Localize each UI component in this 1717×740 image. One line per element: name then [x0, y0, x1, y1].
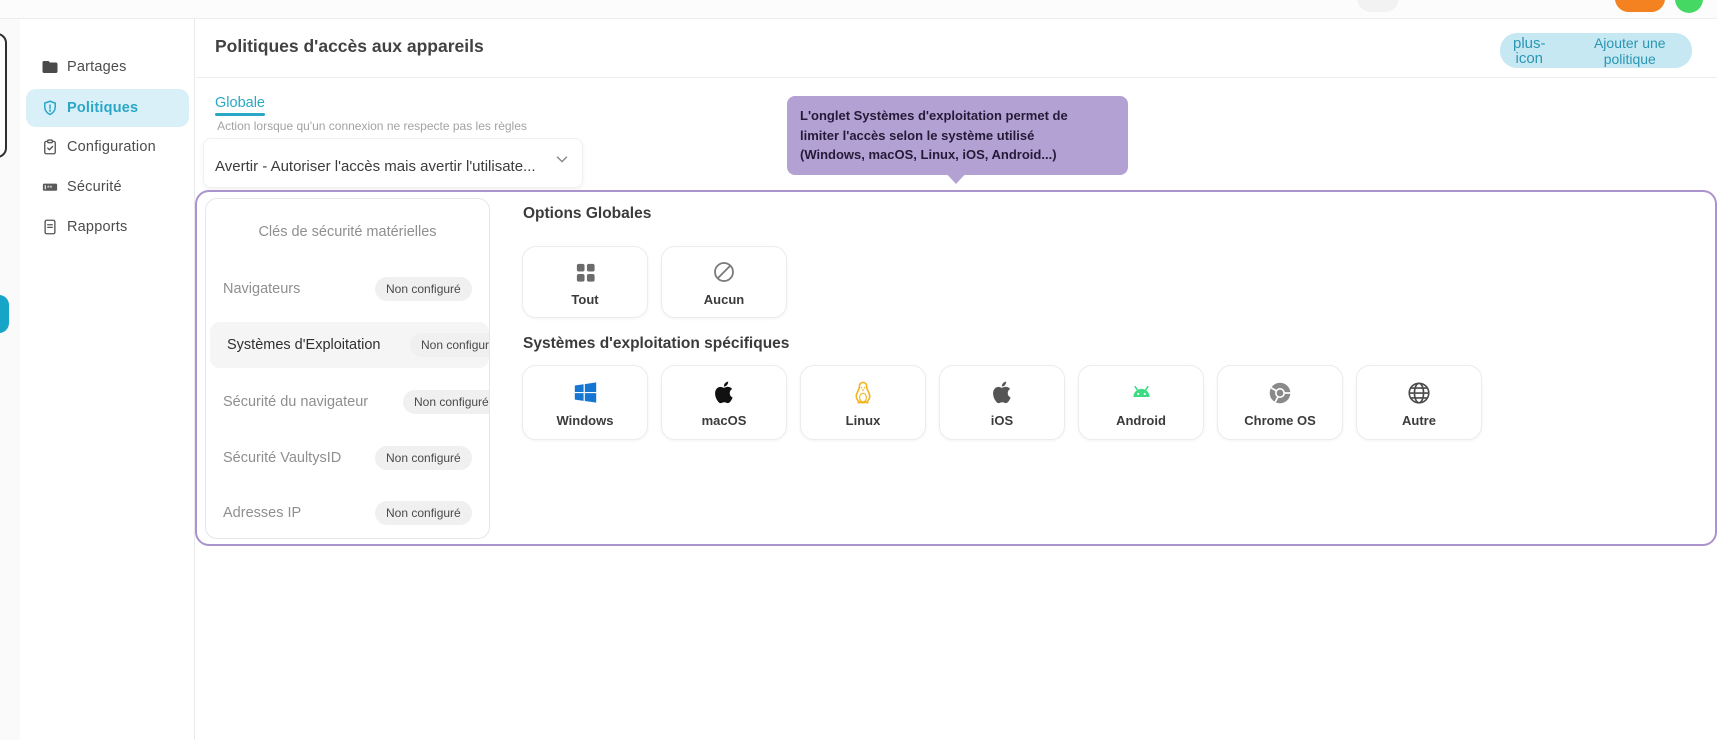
category-label: Clés de sécurité matérielles — [258, 224, 437, 240]
os-label: iOS — [990, 412, 1014, 428]
os-label: Linux — [845, 412, 881, 428]
topbar-gray-pill[interactable] — [1357, 0, 1399, 12]
status-badge: Non configuré — [410, 333, 489, 357]
grid-all-icon — [574, 257, 597, 287]
category-label: Navigateurs — [223, 281, 301, 297]
sidebar-item-partages[interactable]: Partages — [26, 48, 189, 86]
svg-text:**: ** — [47, 185, 53, 192]
os-card-android[interactable]: Android — [1078, 365, 1204, 440]
default-action-label: Action lorsque qu'un connexion ne respec… — [217, 119, 527, 133]
globe-icon — [1406, 378, 1432, 408]
linux-tux-icon — [850, 378, 876, 408]
report-icon — [41, 212, 59, 242]
category-securite-vaultysid[interactable]: Sécurité VaultysID Non configuré — [206, 435, 489, 481]
os-label: Chrome OS — [1244, 412, 1316, 428]
os-label: Autre — [1402, 412, 1436, 428]
apple-icon — [712, 378, 737, 408]
category-label: Systèmes d'Exploitation — [227, 337, 381, 353]
sidebar-item-label: Rapports — [67, 219, 128, 235]
tooltip-text-line: (Windows, macOS, Linux, iOS, Android...) — [800, 147, 1057, 162]
category-label: Sécurité VaultysID — [223, 450, 342, 466]
clipped-window-outline — [0, 33, 7, 158]
os-cards-row: Windows macOS Linux iOS Android Chrome O… — [522, 365, 1482, 440]
sidebar: Partages Politiques Configuration ** Séc… — [20, 19, 195, 740]
status-badge: Non configuré — [375, 277, 472, 301]
sidebar-item-label: Partages — [67, 59, 127, 75]
status-badge: Non configuré — [403, 390, 489, 414]
category-navigateurs[interactable]: Navigateurs Non configuré — [206, 266, 489, 312]
avatar[interactable] — [1675, 0, 1703, 13]
sidebar-item-securite[interactable]: ** Sécurité — [26, 168, 189, 206]
shield-exclamation-icon — [41, 93, 59, 123]
os-card-autre[interactable]: Autre — [1356, 365, 1482, 440]
os-card-macos[interactable]: macOS — [661, 365, 787, 440]
os-policy-panel: Clés de sécurité matérielles Navigateurs… — [195, 190, 1717, 546]
global-options-heading: Options Globales — [523, 205, 652, 222]
os-card-chromeos[interactable]: Chrome OS — [1217, 365, 1343, 440]
none-icon — [712, 257, 736, 287]
category-securite-navigateur[interactable]: Sécurité du navigateur Non configuré — [206, 379, 489, 425]
option-label: Aucun — [703, 292, 745, 307]
page-title: Politiques d'accès aux appareils — [215, 36, 484, 56]
page-header: Politiques d'accès aux appareils plus-ic… — [196, 19, 1717, 78]
os-label: Android — [1116, 412, 1166, 428]
status-badge: Non configuré — [375, 446, 472, 470]
option-label: Tout — [571, 292, 599, 307]
os-tab-tooltip: L'onglet Systèmes d'exploitation permet … — [787, 96, 1128, 175]
plus-icon: plus-icon — [1513, 34, 1546, 67]
tab-globale[interactable]: Globale — [215, 95, 265, 111]
os-specific-heading: Systèmes d'exploitation spécifiques — [523, 335, 790, 352]
os-card-linux[interactable]: Linux — [800, 365, 926, 440]
os-card-ios[interactable]: iOS — [939, 365, 1065, 440]
tooltip-text-line: L'onglet Systèmes d'exploitation permet … — [800, 108, 1068, 123]
os-card-windows[interactable]: Windows — [522, 365, 648, 440]
category-cles-securite[interactable]: Clés de sécurité matérielles — [206, 209, 489, 255]
status-badge: Non configuré — [375, 501, 472, 525]
topbar-orange-pill[interactable] — [1615, 0, 1665, 12]
os-label: Windows — [556, 412, 614, 428]
chevron-down-icon — [553, 150, 571, 173]
sidebar-item-label: Sécurité — [67, 179, 122, 195]
policy-category-list: Clés de sécurité matérielles Navigateurs… — [205, 198, 490, 539]
chrome-icon — [1267, 378, 1293, 408]
tooltip-text-line: limiter l'accès selon le système utilisé — [800, 127, 1035, 143]
global-options-row: Tout Aucun — [522, 246, 787, 318]
tooltip-arrow — [942, 169, 970, 184]
tab-active-underline — [215, 113, 265, 116]
os-label: macOS — [701, 412, 747, 428]
add-policy-button-label: Ajouter une politique — [1593, 34, 1666, 67]
top-bar — [0, 0, 1717, 19]
option-tout-card[interactable]: Tout — [522, 246, 648, 318]
category-label: Adresses IP — [223, 505, 302, 521]
sidebar-item-label: Politiques — [67, 100, 139, 116]
windows-icon — [572, 378, 599, 408]
apple-icon — [990, 378, 1015, 408]
add-policy-button[interactable]: plus-icon Ajouter une politique — [1500, 33, 1692, 68]
sidebar-item-configuration[interactable]: Configuration — [26, 128, 189, 166]
android-icon — [1128, 378, 1155, 408]
category-systemes-exploitation[interactable]: Systèmes d'Exploitation Non configuré — [210, 322, 489, 368]
sidebar-item-rapports[interactable]: Rapports — [26, 208, 189, 246]
option-aucun-card[interactable]: Aucun — [661, 246, 787, 318]
clipboard-check-icon — [41, 132, 59, 162]
category-adresses-ip[interactable]: Adresses IP Non configuré — [206, 490, 489, 536]
app-window: Partages Politiques Configuration ** Séc… — [0, 0, 1717, 740]
sidebar-item-label: Configuration — [67, 139, 156, 155]
sidebar-item-politiques[interactable]: Politiques — [26, 89, 189, 127]
folder-icon — [41, 52, 59, 82]
default-action-value: Avertir - Autoriser l'accès mais avertir… — [215, 158, 536, 175]
clipped-teal-tab — [0, 295, 9, 333]
password-icon: ** — [41, 172, 59, 202]
category-label: Sécurité du navigateur — [223, 394, 369, 410]
